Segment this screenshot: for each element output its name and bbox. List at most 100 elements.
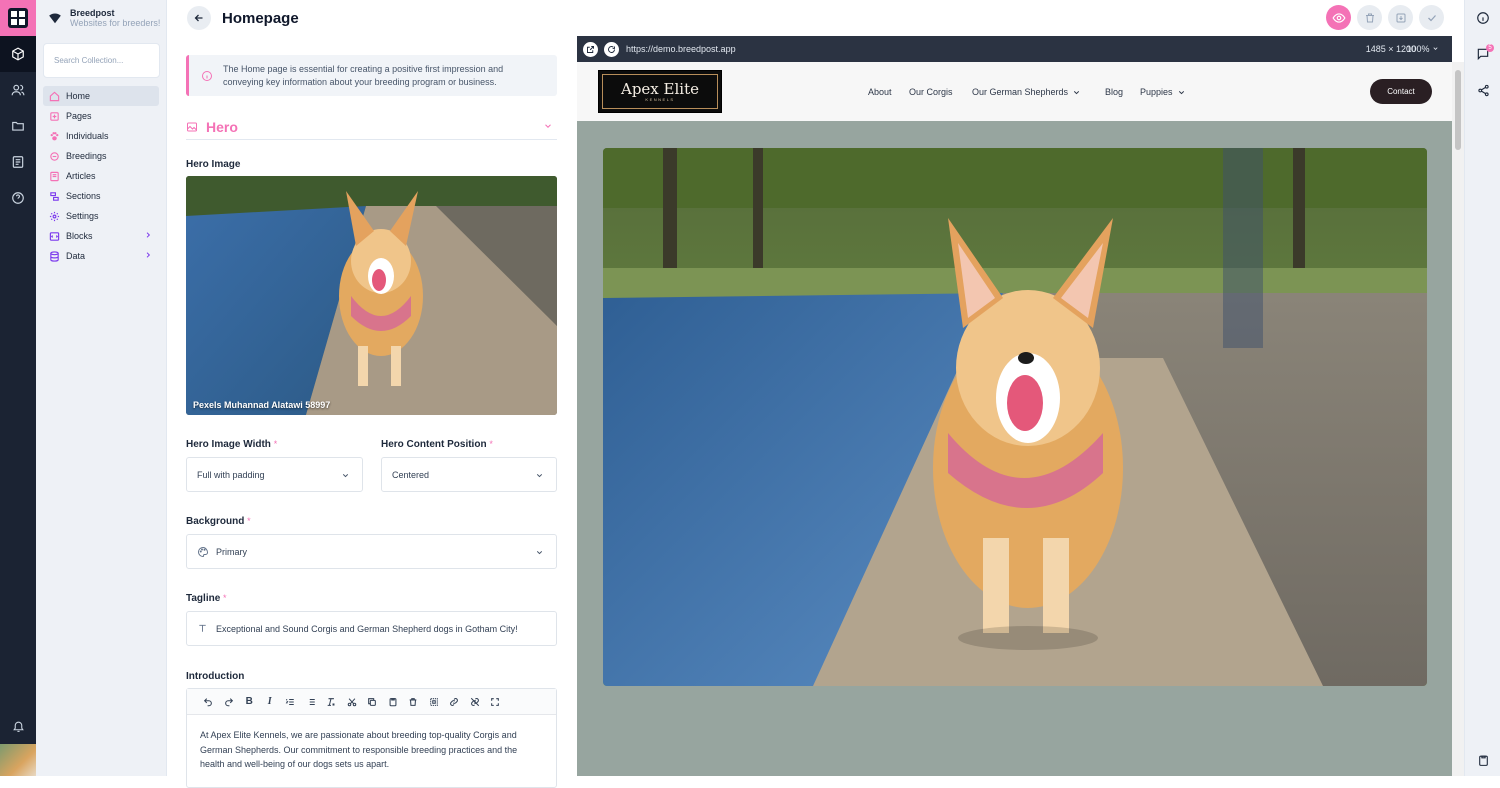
redo-icon[interactable] bbox=[219, 694, 240, 710]
clipboard-icon bbox=[1478, 755, 1488, 766]
sidebar-item-settings[interactable]: Settings bbox=[43, 206, 159, 226]
user-avatar[interactable] bbox=[0, 744, 36, 776]
chevron-right-icon bbox=[146, 252, 151, 258]
site-logo-sub: KENNELS bbox=[645, 97, 675, 102]
files-button[interactable] bbox=[0, 108, 36, 144]
app-logo-button[interactable] bbox=[0, 0, 36, 36]
check-icon bbox=[1427, 14, 1436, 21]
site-nav-blog[interactable]: Blog bbox=[1105, 87, 1123, 97]
sidebar-item-label: Individuals bbox=[66, 131, 109, 141]
introduction-editor[interactable]: B I At Apex Elite Kennels, we are passio… bbox=[186, 688, 557, 788]
background-select[interactable]: Primary bbox=[186, 534, 557, 569]
sidebar-item-articles[interactable]: Articles bbox=[43, 166, 159, 186]
introduction-text[interactable]: At Apex Elite Kennels, we are passionate… bbox=[187, 715, 556, 785]
users-icon bbox=[11, 84, 25, 96]
preview-toggle-button[interactable] bbox=[1326, 5, 1351, 30]
site-nav-label: Puppies bbox=[1140, 87, 1173, 97]
chevron-down-icon bbox=[536, 551, 543, 555]
save-draft-button[interactable] bbox=[1388, 5, 1413, 30]
open-external-button[interactable] bbox=[583, 41, 598, 57]
users-button[interactable] bbox=[0, 72, 36, 108]
ordered-list-icon[interactable] bbox=[280, 694, 301, 710]
hero-position-select[interactable]: Centered bbox=[381, 457, 557, 492]
preview-toolbar bbox=[577, 0, 1464, 36]
project-brand[interactable]: Breedpost Websites for breeders! bbox=[36, 0, 166, 36]
italic-icon[interactable]: I bbox=[260, 694, 281, 710]
external-link-icon bbox=[587, 45, 594, 53]
undo-icon[interactable] bbox=[198, 694, 219, 710]
bold-icon[interactable]: B bbox=[239, 694, 260, 710]
trash-icon[interactable] bbox=[403, 694, 424, 710]
delete-button[interactable] bbox=[1357, 5, 1382, 30]
publish-button[interactable] bbox=[1419, 5, 1444, 30]
hero-section-title: Hero bbox=[206, 119, 238, 135]
hero-section-header[interactable]: Hero bbox=[186, 115, 557, 140]
zoom-select[interactable]: 100% bbox=[1406, 44, 1439, 54]
hero-width-label-text: Hero Image Width bbox=[186, 439, 271, 450]
sidebar-item-individuals[interactable]: Individuals bbox=[43, 126, 159, 146]
site-nav-puppies[interactable]: Puppies bbox=[1140, 87, 1186, 97]
cut-icon[interactable] bbox=[342, 694, 363, 710]
refresh-button[interactable] bbox=[604, 41, 619, 57]
project-name: Breedpost bbox=[70, 8, 115, 18]
site-contact-button[interactable]: Contact bbox=[1370, 79, 1432, 104]
site-nav-german-shepherds[interactable]: Our German Shepherds bbox=[972, 87, 1081, 97]
required-mark: * bbox=[223, 593, 227, 603]
paste-icon[interactable] bbox=[383, 694, 404, 710]
text-type-icon bbox=[199, 624, 206, 632]
site-nav-about[interactable]: About bbox=[868, 87, 892, 97]
info-button[interactable] bbox=[1465, 0, 1500, 36]
sidebar-item-breedings[interactable]: Breedings bbox=[43, 146, 159, 166]
tagline-input[interactable]: Exceptional and Sound Corgis and German … bbox=[186, 611, 557, 646]
pages-icon bbox=[49, 111, 60, 122]
link-icon[interactable] bbox=[444, 694, 465, 710]
fullscreen-icon[interactable] bbox=[485, 694, 506, 710]
sidebar-item-blocks[interactable]: Blocks bbox=[43, 226, 159, 246]
chevron-down-icon[interactable] bbox=[543, 121, 553, 131]
clear-format-icon[interactable] bbox=[321, 694, 342, 710]
hero-position-label-text: Hero Content Position bbox=[381, 439, 487, 450]
hero-photo bbox=[603, 148, 1427, 686]
copy-icon[interactable] bbox=[362, 694, 383, 710]
sidebar-item-label: Home bbox=[66, 91, 91, 101]
scrollbar-thumb[interactable] bbox=[1455, 70, 1461, 150]
tagline-label-text: Tagline bbox=[186, 593, 221, 604]
required-mark: * bbox=[273, 439, 278, 449]
tagline-label: Tagline * bbox=[186, 593, 227, 604]
content-cube-button[interactable] bbox=[0, 36, 36, 72]
hero-image-field[interactable]: Pexels Muhannad Alatawi 58997 bbox=[186, 176, 557, 415]
preview-scrollbar[interactable] bbox=[1452, 62, 1464, 776]
breedings-icon bbox=[49, 151, 60, 162]
collection-sidebar: Breedpost Websites for breeders! Search … bbox=[36, 0, 167, 776]
sidebar-item-label: Articles bbox=[66, 171, 96, 181]
hero-width-select[interactable]: Full with padding bbox=[186, 457, 363, 492]
hero-image-caption: Pexels Muhannad Alatawi 58997 bbox=[193, 400, 331, 410]
hero-image-thumbnail bbox=[186, 176, 557, 415]
sidebar-item-sections[interactable]: Sections bbox=[43, 186, 159, 206]
share-button[interactable] bbox=[1465, 72, 1500, 108]
comments-button[interactable]: 5 bbox=[1465, 36, 1500, 72]
bullet-list-icon[interactable] bbox=[301, 694, 322, 710]
eye-icon bbox=[1331, 12, 1346, 23]
sidebar-item-home[interactable]: Home bbox=[43, 86, 159, 106]
site-logo[interactable]: Apex Elite KENNELS bbox=[598, 70, 722, 113]
insights-button[interactable] bbox=[0, 144, 36, 180]
notifications-button[interactable] bbox=[0, 708, 36, 744]
site-nav-our-corgis[interactable]: Our Corgis bbox=[909, 87, 953, 97]
unlink-icon[interactable] bbox=[465, 694, 486, 710]
collection-nav: Home Pages Individuals Breedings Article… bbox=[36, 86, 166, 266]
select-all-icon[interactable] bbox=[424, 694, 445, 710]
chevron-down-icon bbox=[1178, 90, 1184, 94]
hero-image-label: Hero Image bbox=[186, 159, 241, 170]
clipboard-button[interactable] bbox=[1465, 742, 1500, 778]
share-icon bbox=[1477, 84, 1489, 96]
search-input[interactable]: Search Collection... bbox=[43, 43, 160, 78]
hero-position-label: Hero Content Position * bbox=[381, 439, 493, 450]
zoom-value: 100% bbox=[1406, 44, 1430, 54]
sidebar-item-data[interactable]: Data bbox=[43, 246, 159, 266]
back-button[interactable] bbox=[187, 6, 211, 30]
preview-url[interactable]: https://demo.breedpost.app bbox=[626, 44, 736, 54]
sidebar-item-pages[interactable]: Pages bbox=[43, 106, 159, 126]
help-button[interactable] bbox=[0, 180, 36, 216]
info-notice: The Home page is essential for creating … bbox=[186, 55, 557, 96]
